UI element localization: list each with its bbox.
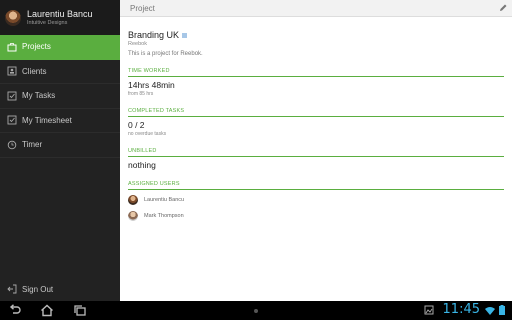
system-navigation-bar: 11:45 bbox=[0, 301, 512, 320]
assigned-users-section: ASSIGNED USERS Laurentiu Bancu Mark Thom… bbox=[128, 181, 504, 222]
recent-apps-icon[interactable] bbox=[73, 304, 87, 317]
time-worked-value: 14hrs 48min bbox=[128, 80, 175, 90]
list-item[interactable]: Laurentiu Bancu bbox=[128, 193, 504, 206]
avatar bbox=[128, 194, 138, 205]
list-item[interactable]: Mark Thompson bbox=[128, 209, 504, 222]
sidebar-item-label: Timer bbox=[22, 140, 43, 150]
section-heading: COMPLETED TASKS bbox=[128, 108, 504, 117]
avatar bbox=[5, 9, 21, 26]
project-color-swatch bbox=[182, 32, 188, 38]
assigned-user-name: Mark Thompson bbox=[144, 212, 184, 219]
project-title-row: Branding UK bbox=[128, 30, 504, 40]
home-icon[interactable] bbox=[40, 304, 54, 317]
sidebar-item-timer[interactable]: Timer bbox=[0, 133, 120, 158]
briefcase-icon bbox=[7, 42, 17, 52]
user-name: Laurentiu Bancu bbox=[27, 8, 93, 19]
sidebar-item-projects[interactable]: Projects bbox=[0, 35, 120, 60]
sidebar-item-clients[interactable]: Clients bbox=[0, 60, 120, 84]
pencil-icon[interactable] bbox=[498, 3, 508, 13]
assigned-user-name: Laurentiu Bancu bbox=[144, 196, 185, 203]
wifi-icon bbox=[485, 307, 495, 315]
contact-card-icon bbox=[7, 66, 17, 76]
sidebar-item-label: My Timesheet bbox=[22, 115, 72, 125]
unbilled-section: UNBILLED nothing bbox=[128, 148, 504, 170]
sign-out-label: Sign Out bbox=[22, 284, 54, 294]
sidebar-item-my-tasks[interactable]: My Tasks bbox=[0, 84, 120, 109]
project-client[interactable]: Reebok bbox=[128, 41, 504, 47]
page-title: Project bbox=[130, 3, 155, 13]
time-worked-section: TIME WORKED 14hrs 48min from 85 hrs bbox=[128, 68, 504, 97]
sidebar-item-label: My Tasks bbox=[22, 91, 56, 101]
sidebar-item-my-timesheet[interactable]: My Timesheet bbox=[0, 109, 120, 133]
project-detail-panel: Project Branding UK Reebok This is a pro… bbox=[120, 0, 512, 301]
section-heading: TIME WORKED bbox=[128, 68, 504, 77]
panel-titlebar: Project bbox=[120, 0, 512, 17]
sidebar-item-label: Clients bbox=[22, 66, 47, 76]
gallery-icon bbox=[424, 305, 434, 315]
project-name: Branding UK bbox=[128, 30, 180, 40]
completed-tasks-sub: no overdue tasks bbox=[128, 131, 167, 137]
timesheet-icon bbox=[7, 115, 17, 125]
completed-tasks-section: COMPLETED TASKS 0 / 2 no overdue tasks bbox=[128, 108, 504, 137]
user-org: Intuitive Designs bbox=[27, 19, 68, 26]
battery-icon bbox=[499, 305, 505, 315]
sign-out-button[interactable]: Sign Out bbox=[0, 281, 120, 297]
sidebar-item-label: Projects bbox=[22, 42, 51, 52]
center-dot-indicator bbox=[254, 309, 258, 313]
section-heading: ASSIGNED USERS bbox=[128, 181, 504, 190]
clock-icon bbox=[7, 140, 17, 150]
sign-out-icon bbox=[7, 284, 17, 294]
sidebar: Laurentiu Bancu Intuitive Designs Projec… bbox=[0, 0, 120, 301]
unbilled-value: nothing bbox=[128, 160, 156, 170]
project-description: This is a project for Reebok. bbox=[128, 51, 203, 57]
checkbox-icon bbox=[7, 91, 17, 101]
back-icon[interactable] bbox=[8, 304, 22, 317]
avatar bbox=[128, 210, 138, 221]
completed-tasks-value: 0 / 2 bbox=[128, 120, 145, 130]
user-header[interactable]: Laurentiu Bancu Intuitive Designs bbox=[0, 0, 120, 35]
system-clock: 11:45 bbox=[442, 302, 480, 317]
section-heading: UNBILLED bbox=[128, 148, 504, 157]
time-worked-sub: from 85 hrs bbox=[128, 91, 154, 97]
